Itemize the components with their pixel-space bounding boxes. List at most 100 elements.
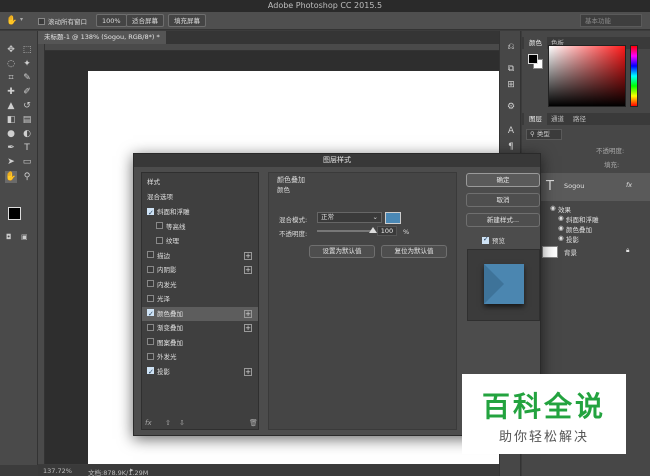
style-item[interactable]: 内发光 <box>142 278 258 292</box>
style-item[interactable]: 外发光 <box>142 350 258 364</box>
style-item[interactable]: 纹理 <box>142 234 258 248</box>
tab-channels[interactable]: 通道 <box>546 113 569 125</box>
style-item[interactable]: 渐变叠加 + <box>142 321 258 335</box>
scroll-all-windows-checkbox[interactable]: 滚动所有窗口 <box>38 16 87 26</box>
add-style-plus-icon[interactable]: + <box>244 367 252 376</box>
vertical-ruler[interactable] <box>38 44 45 464</box>
screen-mode-icon[interactable]: ▣ <box>21 233 28 241</box>
foreground-color-swatch[interactable] <box>8 207 21 220</box>
hand-icon[interactable]: ✋ <box>6 15 18 27</box>
style-checkbox[interactable] <box>156 236 163 244</box>
hue-slider[interactable] <box>630 45 638 107</box>
style-checkbox[interactable] <box>147 280 154 287</box>
blend-mode-select[interactable]: 正常 ⌄ <box>317 212 382 223</box>
hand-tool-icon[interactable]: ✋ <box>5 171 17 183</box>
tool-preset-chevron-icon[interactable]: ▾ <box>20 16 23 23</box>
properties-panel-icon[interactable]: ⧉ <box>505 63 517 75</box>
effect-color-overlay-row[interactable]: ◉ 颜色叠加 <box>522 223 650 234</box>
tab-color[interactable]: 颜色 <box>524 37 547 49</box>
layer-row-background[interactable]: 背景 🔒︎ <box>522 243 650 261</box>
color-picker-field[interactable] <box>548 45 626 107</box>
gradient-tool-icon[interactable]: ▤ <box>21 114 33 126</box>
marquee-tool-icon[interactable]: ⬚ <box>21 44 33 56</box>
move-down-icon[interactable]: ⇩ <box>179 419 185 427</box>
style-checkbox[interactable] <box>147 352 154 360</box>
add-style-plus-icon[interactable]: + <box>244 309 252 318</box>
add-style-plus-icon[interactable]: + <box>244 324 252 332</box>
add-style-plus-icon[interactable]: + <box>244 251 252 260</box>
effect-eye-icon[interactable]: ◉ <box>550 204 556 212</box>
opacity-input[interactable]: 100 <box>377 226 397 236</box>
styles-header[interactable]: 样式 <box>142 175 258 189</box>
move-tool-icon[interactable]: ✥ <box>5 44 17 56</box>
style-checkbox[interactable] <box>147 206 154 220</box>
lasso-tool-icon[interactable]: ◌ <box>5 58 17 70</box>
panel-foreground-swatch[interactable] <box>528 54 538 64</box>
set-default-button[interactable]: 设置为默认值 <box>309 245 375 258</box>
blend-options-item[interactable]: 混合选项 <box>142 190 258 204</box>
quick-mask-icon[interactable]: ◘ <box>6 233 12 241</box>
fit-screen-button[interactable]: 适合屏幕 <box>126 14 164 27</box>
zoom-readout[interactable]: 137.72% <box>43 467 72 475</box>
magic-wand-icon[interactable]: ✦ <box>21 58 33 70</box>
adjustments-panel-icon[interactable]: ⊞ <box>505 79 517 91</box>
style-item[interactable]: 描边 + <box>142 249 258 263</box>
style-item[interactable]: 投影 + <box>142 365 258 379</box>
effect-bevel-row[interactable]: ◉ 斜面和浮雕 <box>522 213 650 224</box>
effects-row[interactable]: ◉ 效果 <box>522 203 650 214</box>
tab-paths[interactable]: 路径 <box>568 113 591 125</box>
ok-button[interactable]: 确定 <box>466 173 540 187</box>
zoom-100-button[interactable]: 100% <box>96 14 127 27</box>
style-checkbox[interactable] <box>147 307 154 321</box>
paragraph-panel-icon[interactable]: ¶ <box>505 141 517 153</box>
dodge-tool-icon[interactable]: ◐ <box>21 128 33 140</box>
history-panel-icon[interactable]: ⎌ <box>505 41 517 53</box>
crop-tool-icon[interactable]: ⌗ <box>5 72 17 84</box>
style-checkbox[interactable] <box>147 251 154 258</box>
shape-tool-icon[interactable]: ▭ <box>21 156 33 168</box>
effect-eye-icon[interactable]: ◉ <box>558 214 564 222</box>
style-item[interactable]: 图案叠加 <box>142 336 258 350</box>
eraser-icon[interactable]: ◧ <box>5 114 17 126</box>
status-arrow-icon[interactable]: ▸ <box>130 466 134 474</box>
healing-brush-icon[interactable]: ✚ <box>5 86 17 98</box>
fx-menu-icon[interactable]: fx <box>145 419 152 427</box>
new-style-button[interactable]: 新建样式... <box>466 213 540 227</box>
eyedropper-icon[interactable]: ✎ <box>21 72 33 84</box>
style-checkbox[interactable] <box>147 294 154 302</box>
layer-row-sogou[interactable]: ◉ T Sogou fx <box>522 173 650 201</box>
effect-eye-icon[interactable]: ◉ <box>558 224 564 232</box>
cancel-button[interactable]: 取消 <box>466 193 540 207</box>
brush-settings-icon[interactable]: ⚙ <box>505 101 517 113</box>
style-item[interactable]: 内阴影 + <box>142 263 258 277</box>
fill-screen-button[interactable]: 填充屏幕 <box>168 14 206 27</box>
effect-eye-icon[interactable]: ◉ <box>558 234 564 242</box>
tab-layers[interactable]: 图层 <box>524 113 547 125</box>
style-checkbox[interactable] <box>156 222 163 229</box>
pen-tool-icon[interactable]: ✒ <box>5 142 17 154</box>
effect-drop-shadow-row[interactable]: ◉ 投影 <box>522 233 650 244</box>
path-selection-icon[interactable]: ➤ <box>5 156 17 168</box>
move-up-icon[interactable]: ⇧ <box>165 419 171 427</box>
overlay-color-swatch[interactable] <box>385 212 401 224</box>
opacity-slider-track[interactable] <box>317 230 372 232</box>
style-item[interactable]: 等高线 <box>142 220 258 234</box>
style-item[interactable]: 光泽 <box>142 292 258 306</box>
style-checkbox[interactable] <box>147 323 154 331</box>
document-tab[interactable]: 未标题-1 @ 138% (Sogou, RGB/8*) * <box>38 31 166 44</box>
add-style-plus-icon[interactable]: + <box>244 266 252 274</box>
style-checkbox[interactable] <box>147 365 154 379</box>
preview-checkbox[interactable]: 预览 <box>482 235 505 245</box>
blur-tool-icon[interactable]: ● <box>5 128 17 140</box>
reset-default-button[interactable]: 复位为默认值 <box>381 245 447 258</box>
type-tool-icon[interactable]: T <box>21 142 33 154</box>
style-checkbox[interactable] <box>147 265 154 273</box>
opacity-slider-thumb[interactable] <box>369 227 377 233</box>
workspace-select[interactable]: 基本功能 <box>580 14 642 27</box>
history-brush-icon[interactable]: ↺ <box>21 100 33 112</box>
style-checkbox[interactable] <box>147 338 154 345</box>
character-panel-icon[interactable]: A <box>505 125 517 137</box>
brush-tool-icon[interactable]: ✐ <box>21 86 33 98</box>
layer-kind-filter[interactable]: ⚲ 类型 <box>526 129 562 140</box>
fx-icon[interactable]: fx <box>626 181 632 189</box>
